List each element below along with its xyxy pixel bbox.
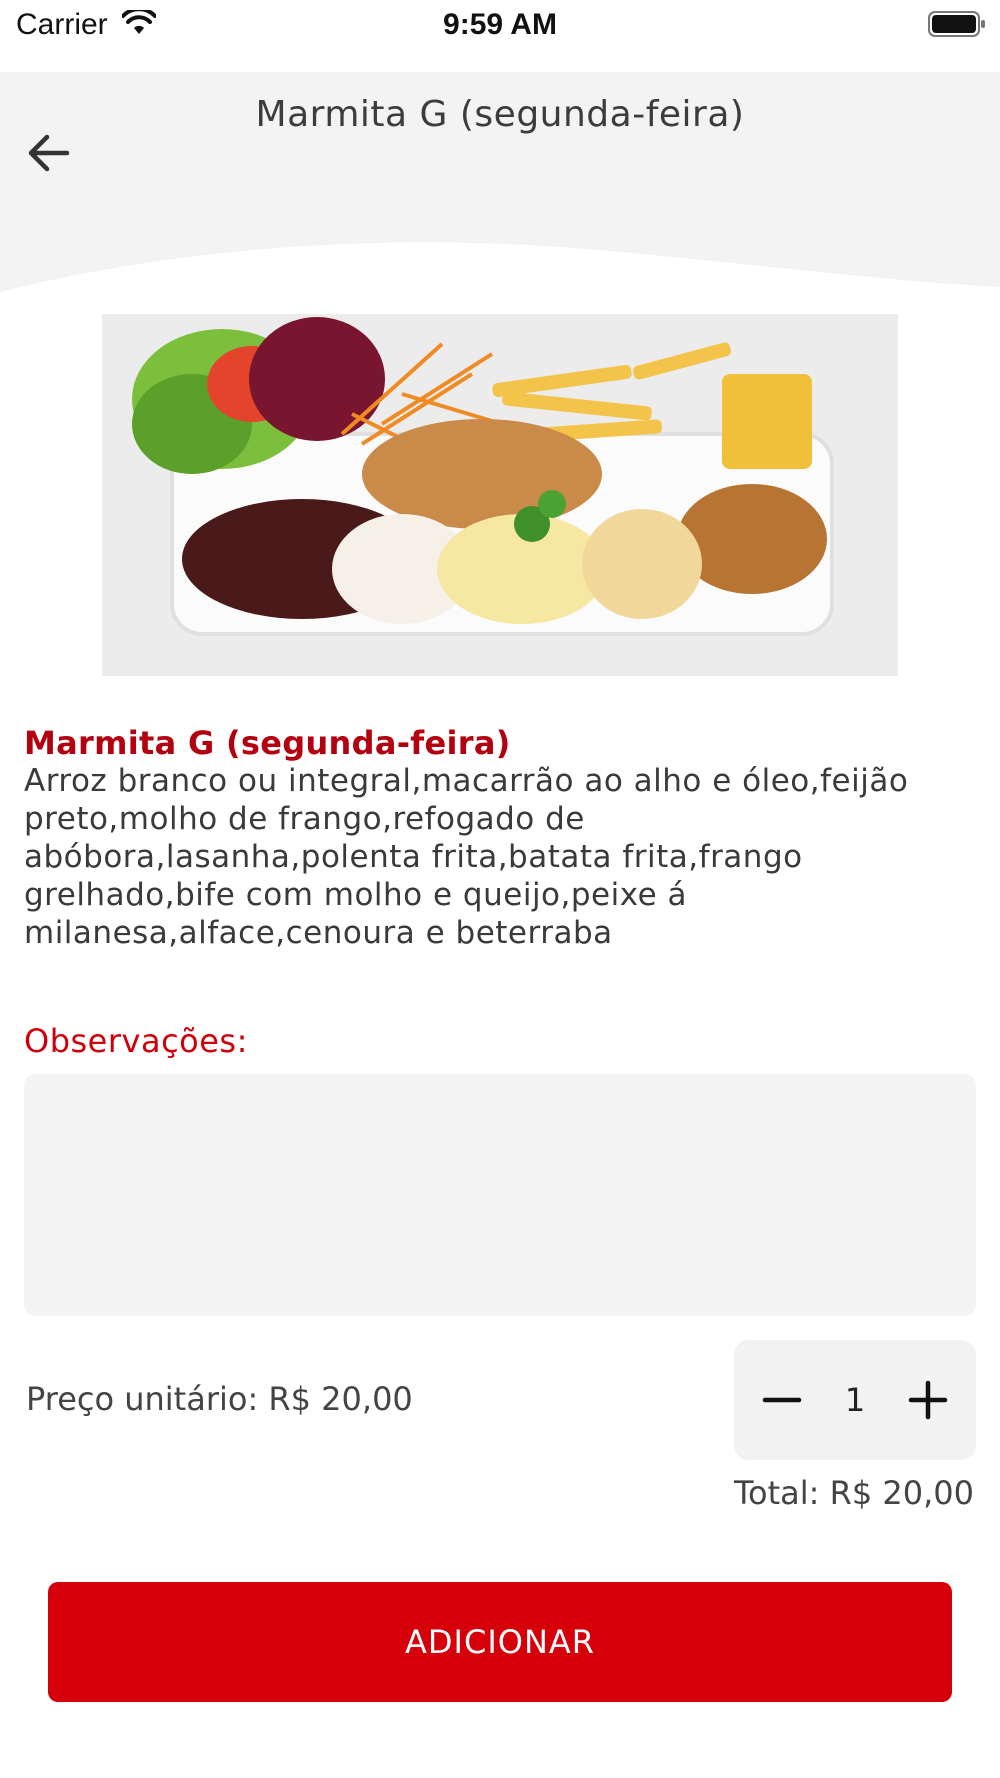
total-price: Total: R$ 20,00 (733, 1474, 974, 1512)
food-tray-image (102, 314, 898, 676)
battery-icon (928, 11, 985, 37)
status-time: 9:59 AM (443, 8, 557, 41)
arrow-left-icon (28, 134, 70, 172)
minus-icon (762, 1397, 802, 1403)
status-bar: Carrier 9:59 AM (0, 0, 1000, 72)
observations-field[interactable] (24, 1074, 976, 1316)
quantity-stepper: 1 (734, 1340, 976, 1460)
page-title: Marmita G (segunda-feira) (255, 94, 745, 135)
add-button[interactable]: ADICIONAR (48, 1582, 952, 1702)
product-detail-screen: Carrier 9:59 AM Marmita G (segunda-feira… (0, 0, 1000, 1778)
header: Marmita G (segunda-feira) (0, 72, 1000, 312)
decrease-quantity-button[interactable] (752, 1370, 812, 1430)
product-description: Arroz branco ou integral,macarrão ao alh… (24, 763, 909, 951)
unit-price: Preço unitário: R$ 20,00 (26, 1380, 413, 1418)
product-name: Marmita G (segunda-feira) (24, 724, 511, 762)
increase-quantity-button[interactable] (898, 1370, 958, 1430)
plus-icon (908, 1380, 948, 1420)
header-wave-decoration (0, 242, 1000, 312)
quantity-value: 1 (844, 1381, 866, 1419)
observations-label: Observações: (24, 1022, 248, 1060)
